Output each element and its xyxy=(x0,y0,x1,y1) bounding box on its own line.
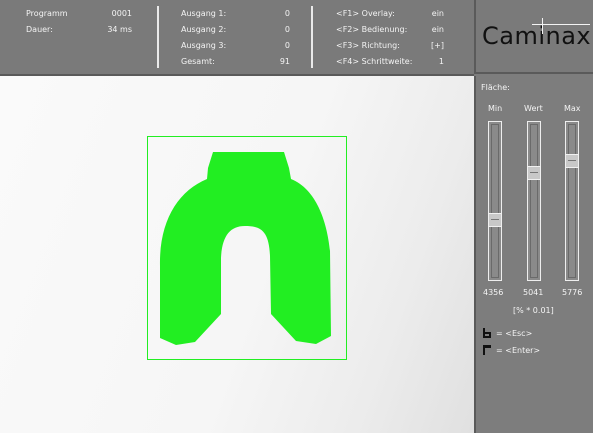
slider-max[interactable] xyxy=(565,121,579,281)
panel-title: Fläche: xyxy=(481,83,510,92)
fkey-overlay-value: ein xyxy=(431,9,444,18)
slider-min-value: 4356 xyxy=(483,288,504,297)
ausgang2-label: Ausgang 2: xyxy=(181,25,227,34)
fkey-schrittweite-value: 1 xyxy=(438,57,444,66)
logo: Caminax xyxy=(474,0,593,74)
fkey-overlay-label[interactable]: <F1> Overlay: xyxy=(336,9,395,19)
ausgang2-value: 0 xyxy=(284,25,290,34)
enter-hint: = <Enter> xyxy=(496,346,541,355)
fkey-schrittweite-label[interactable]: <F4> Schrittweite: xyxy=(336,57,412,67)
ausgang1-value: 0 xyxy=(284,9,290,18)
fkey-bedienung-label[interactable]: <F2> Bedienung: xyxy=(336,25,407,35)
programm-value: 0001 xyxy=(111,9,132,18)
dauer-label: Dauer: xyxy=(26,25,53,34)
slider-wert[interactable] xyxy=(527,121,541,281)
fkey-richtung-label[interactable]: <F3> Richtung: xyxy=(336,41,400,51)
ausgang3-label: Ausgang 3: xyxy=(181,41,227,50)
area-panel: Fläche: Min Wert Max 4356 5041 5776 [% *… xyxy=(474,76,593,433)
esc-key-icon xyxy=(483,328,491,338)
slider-min-label: Min xyxy=(488,104,503,113)
gesamt-label: Gesamt: xyxy=(181,57,215,66)
region-of-interest-frame[interactable] xyxy=(147,136,347,360)
fkey-bedienung-value: ein xyxy=(431,25,444,34)
divider xyxy=(311,6,313,68)
slider-max-label: Max xyxy=(564,104,581,113)
status-bar: Programm 0001 Dauer: 34 ms Ausgang 1: 0 … xyxy=(0,0,474,76)
slider-max-thumb[interactable] xyxy=(565,154,579,169)
ausgang1-label: Ausgang 1: xyxy=(181,9,227,18)
divider xyxy=(157,6,159,68)
dauer-value: 34 ms xyxy=(107,25,132,34)
slider-wert-label: Wert xyxy=(524,104,543,113)
programm-label: Programm xyxy=(26,9,68,18)
fkey-richtung-value: [+] xyxy=(431,41,444,50)
slider-wert-thumb[interactable] xyxy=(527,165,541,180)
enter-key-icon xyxy=(483,345,491,355)
esc-hint: = <Esc> xyxy=(496,329,533,338)
slider-max-value: 5776 xyxy=(562,288,583,297)
logo-crosshair-vertical xyxy=(542,18,543,34)
slider-min-thumb[interactable] xyxy=(488,212,502,227)
slider-wert-value: 5041 xyxy=(523,288,544,297)
gesamt-value: 91 xyxy=(279,57,290,66)
slider-min[interactable] xyxy=(488,121,502,281)
logo-crosshair-horizontal xyxy=(532,24,590,25)
ausgang3-value: 0 xyxy=(284,41,290,50)
unit-label: [% * 0.01] xyxy=(513,306,554,315)
logo-text: Caminax xyxy=(482,22,592,50)
